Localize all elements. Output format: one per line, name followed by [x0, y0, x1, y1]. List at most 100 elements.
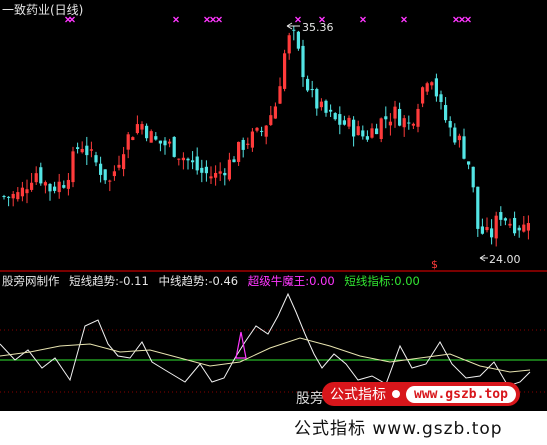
candle-body — [85, 145, 89, 156]
candle-body — [80, 148, 84, 153]
candle-body — [467, 161, 471, 165]
candle-body — [269, 115, 273, 125]
candle-body — [168, 141, 172, 144]
signal-mark-icon — [459, 16, 465, 23]
watermark-footer-text: 公式指标 www.gszb.top — [294, 419, 503, 439]
candle-body — [444, 105, 448, 121]
candle-body — [499, 212, 503, 220]
candle-body — [177, 158, 181, 160]
signal-mark-icon — [210, 16, 216, 23]
candle-body — [117, 164, 121, 168]
candle-body — [181, 157, 185, 161]
candle-body — [375, 128, 379, 135]
signal-mark-icon — [465, 16, 471, 23]
candlestick-chart: 35.36 24.00 $ — [2, 16, 530, 270]
signal-mark-icon — [295, 16, 301, 23]
candle-body — [149, 131, 153, 143]
short-trend-line — [0, 292, 531, 387]
candle-body — [43, 182, 47, 186]
candle-body — [278, 86, 282, 104]
candle-body — [20, 187, 24, 197]
candle-body — [296, 31, 300, 49]
candle-body — [214, 172, 218, 178]
candle-body — [411, 123, 415, 126]
candle-body — [503, 218, 507, 221]
candle-body — [158, 140, 162, 144]
low-price-label: 24.00 — [489, 253, 521, 266]
candle-body — [172, 136, 176, 157]
short-index-value: 0.00 — [394, 274, 420, 288]
candle-body — [342, 120, 346, 125]
candle-body — [195, 156, 199, 171]
indicator-legend: 股旁网制作 短线趋势:-0.11 中线趋势:-0.46 超级牛魔王:0.00 短… — [2, 273, 426, 289]
candle-body — [7, 196, 11, 198]
signal-mark-icon — [173, 16, 179, 23]
signal-mark-icon — [360, 16, 366, 23]
watermark-label: 公式指标 — [330, 387, 386, 403]
candle-body — [71, 151, 75, 183]
candle-body — [76, 147, 80, 149]
candle-body — [209, 176, 213, 179]
mid-trend-value: -0.46 — [208, 274, 239, 288]
candle-body — [508, 223, 512, 226]
candle-body — [425, 83, 429, 92]
candle-body — [103, 169, 107, 181]
candle-body — [480, 226, 484, 234]
candle-body — [154, 136, 158, 140]
candle-body — [384, 116, 388, 120]
watermark-url[interactable]: www.gszb.top — [406, 385, 516, 403]
candle-body — [48, 183, 52, 192]
candle-body — [476, 186, 480, 229]
short-index-label: 短线指标: — [344, 274, 395, 288]
signal-dollar-marker: $ — [431, 258, 438, 270]
candle-body — [108, 180, 112, 182]
super-bull-legend: 超级牛魔王:0.00 — [248, 274, 335, 288]
candle-body — [200, 167, 204, 173]
candle-body — [246, 143, 250, 145]
candle-body — [494, 215, 498, 239]
candle-body — [140, 124, 144, 130]
short-trend-label: 短线趋势: — [69, 274, 120, 288]
super-bull-value: 0.00 — [309, 274, 335, 288]
candle-body — [457, 135, 461, 141]
chart-title: 一致药业(日线) — [2, 3, 84, 17]
candle-body — [306, 78, 310, 91]
candle-body — [39, 167, 43, 184]
candle-body — [112, 171, 116, 177]
candle-body — [319, 101, 323, 108]
candle-body — [430, 82, 434, 86]
candle-body — [526, 223, 530, 231]
candle-body — [324, 100, 328, 113]
candle-body — [126, 134, 130, 150]
candle-body — [388, 121, 392, 126]
candle-body — [338, 114, 342, 125]
candle-body — [99, 163, 103, 175]
high-price-label: 35.36 — [302, 21, 334, 34]
price-chart-panel[interactable]: 35.36 24.00 $ 一致药业(日线) — [0, 0, 547, 270]
candle-body — [30, 182, 34, 190]
candle-body — [379, 118, 383, 140]
mid-trend-line — [0, 337, 531, 373]
candle-body — [333, 113, 337, 120]
candle-body — [287, 35, 291, 54]
candle-body — [237, 141, 241, 162]
candle-body — [204, 166, 208, 174]
mid-trend-legend: 中线趋势:-0.46 — [158, 274, 238, 288]
candle-body — [223, 172, 227, 176]
candle-body — [365, 136, 369, 140]
candle-body — [34, 173, 38, 183]
candle-body — [89, 149, 93, 151]
watermark-badge[interactable]: 公式指标 www.gszb.top — [322, 382, 520, 406]
candle-body — [122, 154, 126, 170]
candle-body — [522, 224, 526, 232]
candle-body — [361, 130, 365, 137]
candle-body — [448, 120, 452, 128]
watermark-left-text: 股旁 — [296, 391, 324, 407]
candle-body — [11, 193, 15, 199]
signal-mark-icon — [453, 16, 459, 23]
candle-body — [273, 106, 277, 119]
candle-body — [329, 109, 333, 112]
candle-body — [16, 192, 20, 200]
candle-body — [462, 136, 466, 159]
candle-body — [255, 127, 259, 131]
